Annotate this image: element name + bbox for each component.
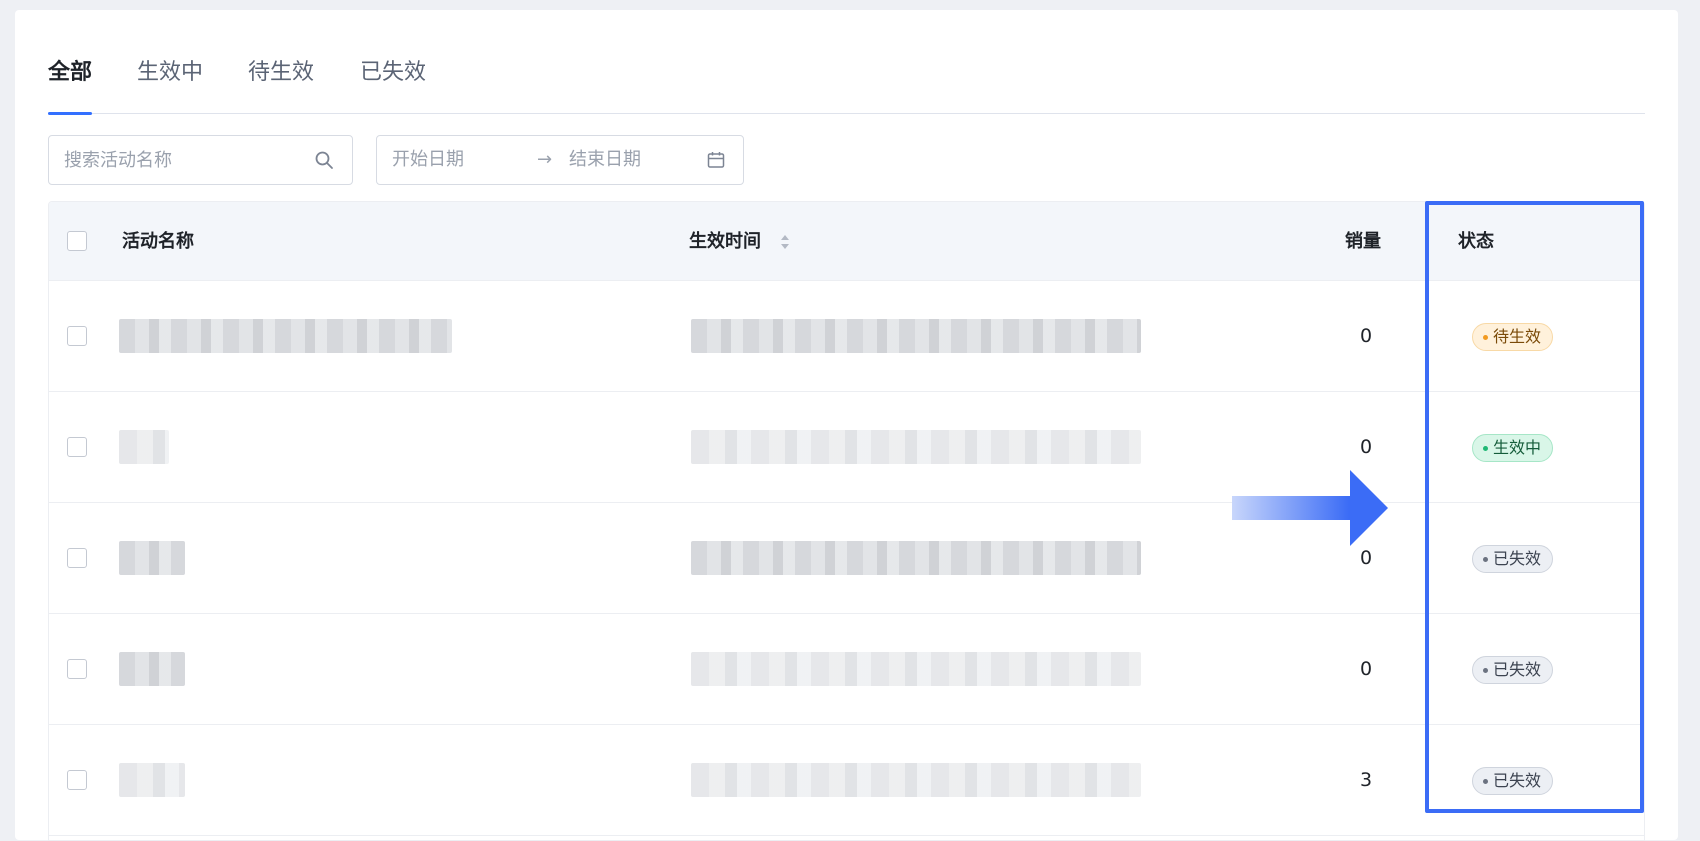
- redacted-effective-time: [691, 652, 1141, 686]
- redacted-effective-time: [691, 763, 1141, 797]
- sort-icon[interactable]: [779, 233, 791, 251]
- activity-table: 活动名称 生效时间 销量 状态 0 待生效 0 生效中 0 已失效 0 已失效 …: [48, 201, 1645, 841]
- row-checkbox[interactable]: [67, 659, 87, 679]
- row-checkbox[interactable]: [67, 548, 87, 568]
- calendar-icon[interactable]: [707, 151, 725, 169]
- status-badge: 生效中: [1472, 434, 1554, 462]
- table-header: 活动名称 生效时间 销量 状态: [49, 202, 1644, 281]
- search-icon[interactable]: [314, 150, 334, 170]
- column-header-sales: 销量: [1345, 231, 1381, 252]
- table-row[interactable]: 0 已失效: [49, 503, 1644, 614]
- redacted-activity-name: [119, 541, 185, 575]
- end-date-field[interactable]: 结束日期: [569, 136, 641, 184]
- table-row[interactable]: 0 已失效: [49, 614, 1644, 725]
- sales-value: 0: [1360, 325, 1373, 347]
- column-header-time[interactable]: 生效时间: [689, 202, 761, 281]
- column-header-name: 活动名称: [122, 231, 194, 252]
- start-date-field[interactable]: 开始日期: [392, 136, 464, 184]
- tab-expired[interactable]: 已失效: [360, 54, 426, 114]
- select-all-checkbox[interactable]: [67, 231, 87, 251]
- tab-active[interactable]: 生效中: [137, 54, 203, 114]
- column-header-status: 状态: [1458, 231, 1494, 252]
- status-badge: 已失效: [1472, 656, 1554, 684]
- date-range-picker[interactable]: 开始日期 → 结束日期: [376, 135, 744, 185]
- row-checkbox[interactable]: [67, 326, 87, 346]
- main-card: 全部 生效中 待生效 已失效 开始日期 → 结束日期 活动名称 生效时间: [15, 10, 1678, 841]
- status-badge: 已失效: [1472, 545, 1554, 573]
- status-badge: 已失效: [1472, 767, 1554, 795]
- table-row[interactable]: 0 待生效: [49, 281, 1644, 392]
- search-input[interactable]: [49, 136, 309, 184]
- status-badge: 待生效: [1472, 323, 1554, 351]
- table-row[interactable]: 0 生效中: [49, 392, 1644, 503]
- redacted-effective-time: [691, 541, 1141, 575]
- sales-value: 0: [1360, 658, 1373, 680]
- sales-value: 3: [1360, 769, 1373, 791]
- tab-pending[interactable]: 待生效: [248, 54, 314, 114]
- redacted-effective-time: [691, 319, 1141, 353]
- redacted-effective-time: [691, 430, 1141, 464]
- redacted-activity-name: [119, 652, 185, 686]
- redacted-activity-name: [119, 319, 452, 353]
- status-tabs: 全部 生效中 待生效 已失效: [48, 54, 1645, 115]
- search-box: [48, 135, 353, 185]
- redacted-activity-name: [119, 763, 185, 797]
- arrow-annotation-icon: [1232, 470, 1388, 546]
- tab-all[interactable]: 全部: [48, 54, 93, 115]
- row-checkbox[interactable]: [67, 770, 87, 790]
- row-checkbox[interactable]: [67, 437, 87, 457]
- redacted-activity-name: [119, 430, 169, 464]
- table-row[interactable]: 3 已失效: [49, 725, 1644, 836]
- range-separator: →: [537, 149, 553, 170]
